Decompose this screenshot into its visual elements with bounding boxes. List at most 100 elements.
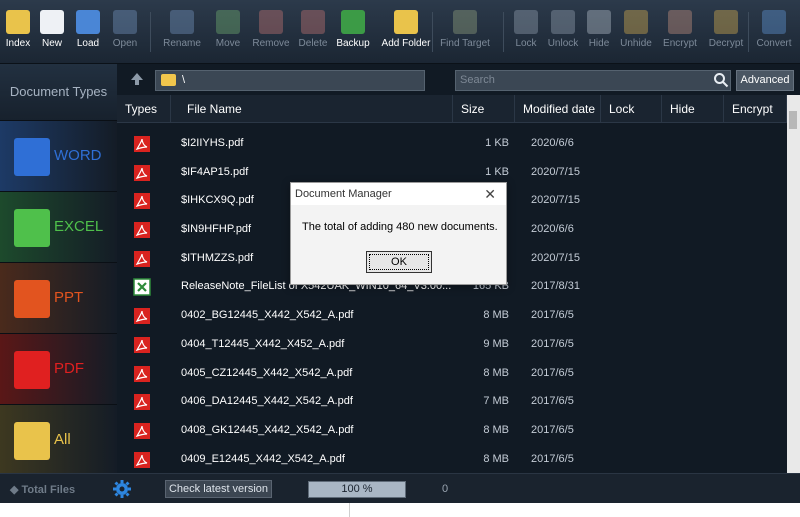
- file-name: 0409_E12445_X442_X542_A.pdf: [181, 452, 345, 465]
- file-modified-date: 2017/6/5: [531, 395, 574, 408]
- table-row[interactable]: 0402_BG12445_X442_X542_A.pdf 8 MB 2017/6/5: [117, 301, 787, 330]
- dialog-message: The total of adding 480 new documents.: [302, 221, 498, 233]
- scrollbar-thumb[interactable]: [789, 111, 797, 129]
- pdf-file-icon: [133, 393, 151, 411]
- pdf-file-icon: [133, 336, 151, 354]
- convert-icon: [762, 10, 786, 34]
- file-modified-date: 2017/8/31: [531, 280, 580, 293]
- toolbar-button-label: Encrypt: [663, 38, 697, 49]
- category-ppt[interactable]: PPT: [0, 262, 117, 333]
- table-row[interactable]: 0408_GK12445_X442_X542_A.pdf 8 MB 2017/6/5: [117, 416, 787, 445]
- toolbar: Index New Load Open Rename Move Remove Delete Ba…: [0, 0, 800, 64]
- file-modified-date: 2020/7/15: [531, 251, 580, 264]
- unlock-button[interactable]: Unlock: [545, 6, 581, 60]
- table-row[interactable]: $I2IIYHS.pdf 1 KB 2020/6/6: [117, 129, 787, 158]
- pdf-file-icon: [133, 422, 151, 440]
- column-header-modified-date[interactable]: Modified date: [515, 95, 601, 123]
- folder-icon: [161, 74, 176, 86]
- column-header-lock[interactable]: Lock: [601, 95, 662, 123]
- file-size: 8 MB: [483, 423, 509, 436]
- column-header-file-name[interactable]: File Name: [179, 95, 453, 123]
- sidebar-title: Document Types: [0, 64, 117, 120]
- pdf-file-icon: [133, 250, 151, 268]
- find-target-button[interactable]: Find Target: [436, 6, 494, 60]
- up-arrow-icon[interactable]: [127, 71, 147, 91]
- category-label: EXCEL: [54, 218, 104, 235]
- check-latest-version-button[interactable]: Check latest version: [165, 480, 272, 498]
- unhide-button[interactable]: Unhide: [618, 6, 654, 60]
- rename-icon: [170, 10, 194, 34]
- file-name: $I2IIYHS.pdf: [181, 137, 244, 149]
- toolbar-button-label: Load: [76, 38, 100, 49]
- vertical-scrollbar[interactable]: [787, 95, 800, 473]
- unlock-icon: [551, 10, 575, 34]
- search-icon[interactable]: [713, 72, 729, 88]
- progress-bar: 100 %: [308, 481, 406, 498]
- hide-button[interactable]: Hide: [585, 6, 613, 60]
- file-size: 1 KB: [485, 137, 509, 149]
- file-size: 8 MB: [483, 366, 509, 379]
- toolbar-separator: [432, 12, 433, 52]
- advanced-button[interactable]: Advanced: [736, 70, 794, 91]
- toolbar-separator: [503, 12, 504, 52]
- category-word[interactable]: WORD: [0, 120, 117, 191]
- open-button[interactable]: Open: [110, 6, 140, 60]
- status-count: 0: [442, 483, 449, 495]
- move-icon: [216, 10, 240, 34]
- table-body: $I2IIYHS.pdf 1 KB 2020/6/6 $IF4AP15.pdf 1 KB…: [117, 129, 787, 473]
- column-header-encrypt[interactable]: Encrypt: [724, 95, 787, 123]
- move-button[interactable]: Move: [212, 6, 244, 60]
- new-document-icon: [40, 10, 64, 34]
- rename-button[interactable]: Rename: [160, 6, 204, 60]
- load-icon: [76, 10, 100, 34]
- encrypt-button[interactable]: Encrypt: [660, 6, 700, 60]
- folder-icon: [14, 422, 50, 460]
- category-label: All: [54, 431, 71, 448]
- gear-icon[interactable]: [112, 479, 132, 499]
- category-excel[interactable]: EXCEL: [0, 191, 117, 262]
- add-folder-button[interactable]: Add Folder: [378, 6, 434, 60]
- column-header-hide[interactable]: Hide: [662, 95, 724, 123]
- load-button[interactable]: Load: [72, 6, 104, 60]
- table-row[interactable]: 0404_T12445_X442_X452_A.pdf 9 MB 2017/6/5: [117, 330, 787, 359]
- file-name: 0408_GK12445_X442_X542_A.pdf: [181, 423, 354, 436]
- find-target-icon: [453, 10, 477, 34]
- toolbar-button-label: Decrypt: [708, 38, 744, 49]
- status-bar: ◆ Total Files Check latest version 100 %…: [0, 473, 800, 503]
- file-name: 0404_T12445_X442_X452_A.pdf: [181, 337, 345, 350]
- convert-button[interactable]: Convert: [754, 6, 794, 60]
- lock-button[interactable]: Lock: [512, 6, 540, 60]
- category-label: PDF: [54, 360, 84, 377]
- category-label: WORD: [54, 147, 102, 164]
- file-size: 8 MB: [483, 452, 509, 465]
- path-bar: \ Search Advanced: [117, 68, 800, 95]
- hide-icon: [587, 10, 611, 34]
- path-field[interactable]: \: [155, 70, 425, 91]
- table-row[interactable]: 0405_CZ12445_X442_X542_A.pdf 8 MB 2017/6/5: [117, 359, 787, 388]
- delete-button[interactable]: Delete: [296, 6, 330, 60]
- search-input[interactable]: Search: [455, 70, 731, 91]
- table-row[interactable]: 0409_E12445_X442_X542_A.pdf 8 MB 2017/6/5: [117, 445, 787, 473]
- remove-button[interactable]: Remove: [250, 6, 292, 60]
- file-modified-date: 2017/6/5: [531, 423, 574, 436]
- pdf-file-icon: [133, 451, 151, 469]
- index-button[interactable]: Index: [2, 6, 34, 60]
- backup-button[interactable]: Backup: [334, 6, 372, 60]
- table-header: Types File Name Size Modified date Lock …: [117, 95, 787, 123]
- toolbar-button-label: Find Target: [440, 38, 490, 49]
- decrypt-button[interactable]: Decrypt: [706, 6, 746, 60]
- category-all[interactable]: All: [0, 404, 117, 475]
- ok-button[interactable]: OK: [366, 251, 432, 273]
- pdf-file-icon: [133, 307, 151, 325]
- decrypt-icon: [714, 10, 738, 34]
- table-row[interactable]: 0406_DA12445_X442_X542_A.pdf 7 MB 2017/6/5: [117, 387, 787, 416]
- close-icon[interactable]: ✕: [484, 186, 496, 203]
- category-pdf[interactable]: PDF: [0, 333, 117, 404]
- excel-icon: [14, 209, 50, 247]
- column-header-size[interactable]: Size: [453, 95, 515, 123]
- pdf-file-icon: [133, 192, 151, 210]
- column-header-types[interactable]: Types: [117, 95, 171, 123]
- toolbar-separator: [150, 12, 151, 52]
- toolbar-button-label: Delete: [298, 38, 328, 49]
- new-button[interactable]: New: [38, 6, 66, 60]
